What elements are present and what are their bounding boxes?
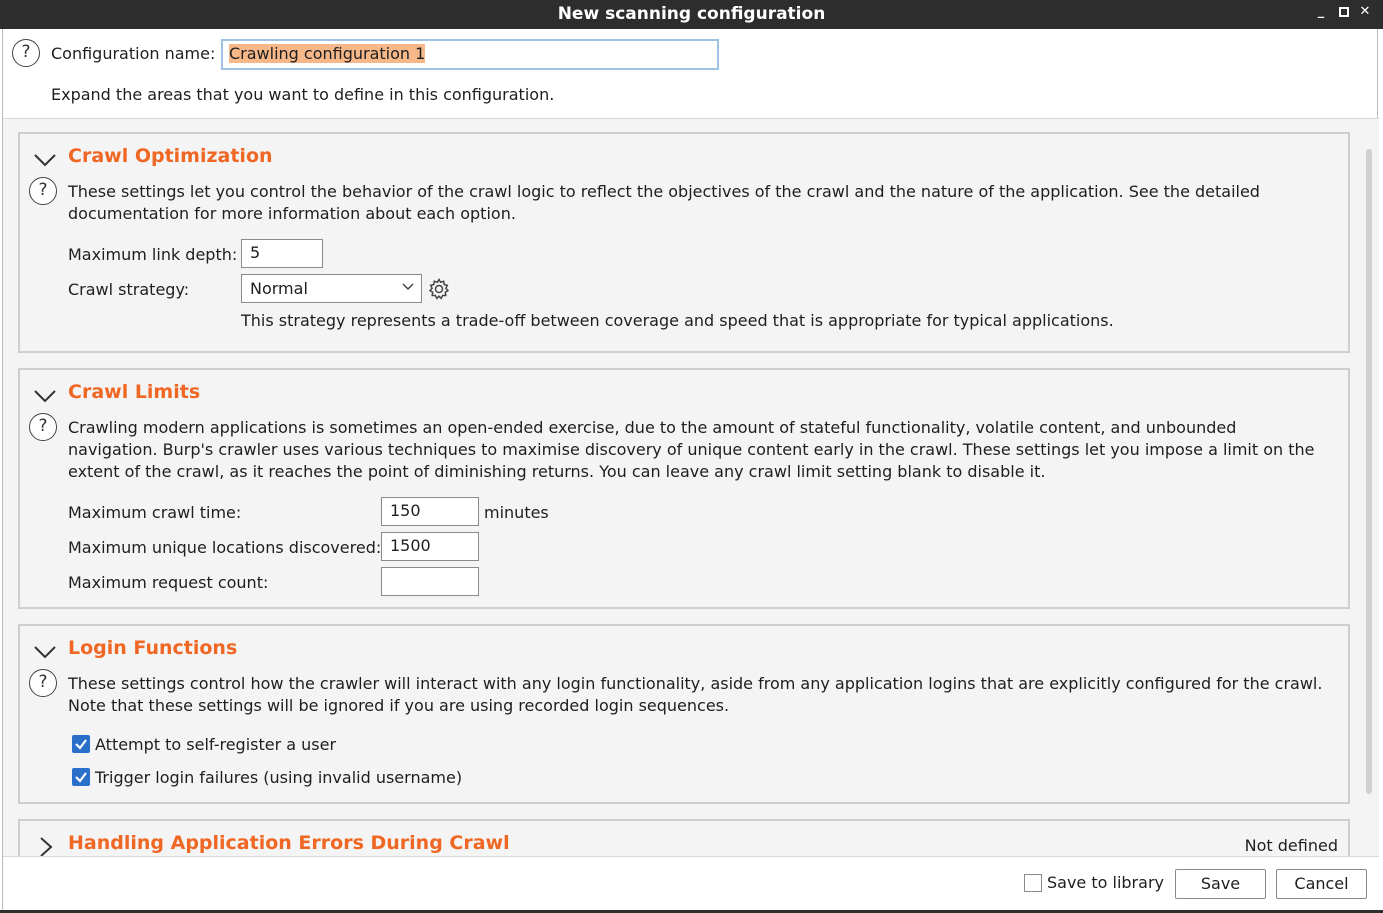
max-requests-label: Maximum request count: [68,573,269,592]
section-crawl-limits: Crawl Limits ? Crawling modern applicati… [18,368,1350,609]
crawl-strategy-value: Normal [250,279,308,298]
max-link-depth-label: Maximum link depth: [68,245,238,264]
section-description: Crawling modern applications is sometime… [68,418,1315,481]
save-button[interactable]: Save [1175,869,1266,899]
section-login-functions: Login Functions ? These settings control… [18,624,1350,804]
section-crawl-optimization: Crawl Optimization ? These settings let … [18,132,1350,353]
login-failures-label[interactable]: Trigger login failures (using invalid us… [95,768,462,787]
help-icon[interactable]: ? [29,669,57,697]
window-title: New scanning configuration [557,4,826,24]
help-icon[interactable]: ? [29,177,57,205]
section-title[interactable]: Crawl Limits [68,381,200,403]
save-to-library-checkbox[interactable] [1024,874,1042,892]
login-failures-checkbox[interactable] [72,768,90,786]
crawl-strategy-select[interactable]: Normal [241,274,422,303]
chevron-right-icon[interactable] [32,835,58,856]
title-bar: New scanning configuration _ ✕ [0,0,1383,29]
vertical-scrollbar[interactable] [1366,149,1372,794]
max-requests-input[interactable] [381,567,479,596]
minutes-unit-label: minutes [484,503,549,522]
intro-text: Expand the areas that you want to define… [51,85,555,104]
help-icon[interactable]: ? [12,39,40,67]
checkmark-icon [75,772,87,783]
strategy-note: This strategy represents a trade-off bet… [241,311,1114,330]
sections-scroll-area[interactable]: Crawl Optimization ? These settings let … [3,118,1379,856]
maximize-button[interactable] [1336,4,1352,22]
cancel-button[interactable]: Cancel [1276,869,1367,899]
close-button[interactable]: ✕ [1357,4,1373,22]
crawl-strategy-label: Crawl strategy: [68,280,190,299]
save-to-library-label[interactable]: Save to library [1047,873,1164,892]
section-error-handling: Handling Application Errors During Crawl… [18,819,1350,856]
section-title[interactable]: Login Functions [68,637,237,659]
self-register-label[interactable]: Attempt to self-register a user [95,735,336,754]
section-description: These settings let you control the behav… [68,182,1260,223]
checkmark-icon [75,739,87,750]
max-link-depth-input[interactable]: 5 [241,239,323,268]
config-name-value: Crawling configuration 1 [229,44,426,63]
section-description: These settings control how the crawler w… [68,674,1323,715]
config-name-input[interactable]: Crawling configuration 1 [221,39,719,70]
gear-icon[interactable] [427,277,451,301]
chevron-down-icon[interactable] [32,148,58,172]
minimize-button[interactable]: _ [1313,4,1329,22]
chevron-down-icon[interactable] [32,640,58,664]
max-locations-input[interactable]: 1500 [381,532,479,561]
section-title[interactable]: Handling Application Errors During Crawl [68,832,510,854]
dialog-footer: Save to library Save Cancel [3,856,1379,910]
dialog-body: ? Configuration name: Crawling configura… [2,29,1379,910]
self-register-checkbox[interactable] [72,735,90,753]
max-locations-label: Maximum unique locations discovered: [68,538,382,557]
max-crawl-time-input[interactable]: 150 [381,497,479,526]
section-status: Not defined [1244,836,1338,855]
section-title[interactable]: Crawl Optimization [68,145,273,167]
config-name-label: Configuration name: [51,44,216,63]
max-crawl-time-label: Maximum crawl time: [68,503,242,522]
chevron-down-icon[interactable] [32,384,58,408]
help-icon[interactable]: ? [29,413,57,441]
maximize-icon [1339,7,1349,17]
chevron-down-icon [402,283,414,291]
